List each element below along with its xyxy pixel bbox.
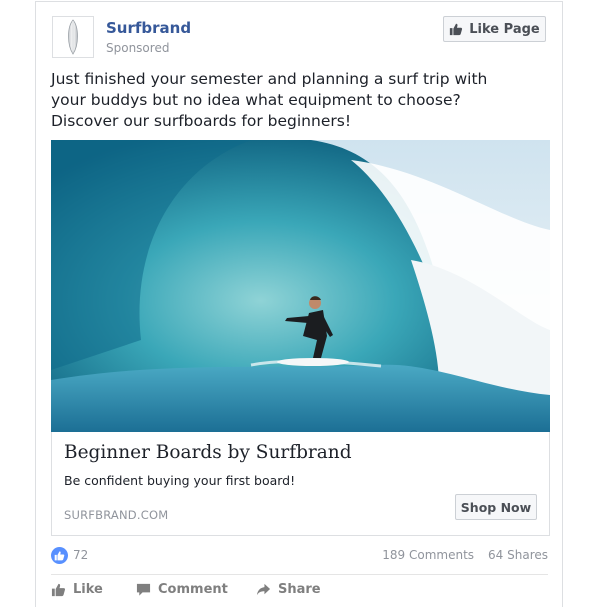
comment-icon (136, 583, 151, 596)
sponsored-label: Sponsored (106, 41, 170, 55)
surfboard-logo-icon (68, 19, 78, 55)
page-name-link[interactable]: Surfbrand (106, 19, 191, 37)
share-label: Share (278, 582, 321, 597)
divider (51, 574, 548, 575)
engagement-counts: 189 Comments 64 Shares (382, 548, 548, 562)
link-domain: SURFBRAND.COM (64, 508, 169, 522)
share-icon (256, 583, 271, 596)
like-page-label: Like Page (469, 21, 540, 37)
comment-button[interactable]: Comment (136, 582, 228, 597)
shop-now-button[interactable]: Shop Now (455, 494, 537, 520)
thumbs-up-icon (450, 23, 463, 36)
like-label: Like (73, 582, 103, 597)
shares-count[interactable]: 64 Shares (488, 548, 548, 562)
like-count[interactable]: 72 (73, 548, 88, 562)
comments-count[interactable]: 189 Comments (382, 548, 474, 562)
thumbs-up-icon (54, 551, 65, 561)
like-button[interactable]: Like (51, 582, 103, 597)
reactions-bar: 72 189 Comments 64 Shares (51, 545, 548, 567)
post-text: Just finished your semester and planning… (51, 70, 488, 130)
post-image[interactable] (51, 140, 550, 432)
like-reaction-icon[interactable] (51, 547, 68, 564)
link-title[interactable]: Beginner Boards by Surfbrand (64, 442, 352, 463)
surfer-wave-image (51, 140, 550, 432)
like-page-button[interactable]: Like Page (443, 16, 546, 42)
link-description: Be confident buying your first board! (64, 473, 296, 488)
thumbs-up-icon (51, 583, 66, 597)
sponsored-post-card: Surfbrand Sponsored Like Page Just finis… (35, 1, 563, 607)
page-avatar[interactable] (52, 16, 94, 58)
post-actions: Like Comment Share (51, 582, 548, 606)
share-button[interactable]: Share (256, 582, 321, 597)
link-preview[interactable]: Beginner Boards by Surfbrand Be confiden… (51, 432, 550, 536)
post-header: Surfbrand Sponsored Like Page (52, 16, 546, 60)
comment-label: Comment (158, 582, 228, 597)
